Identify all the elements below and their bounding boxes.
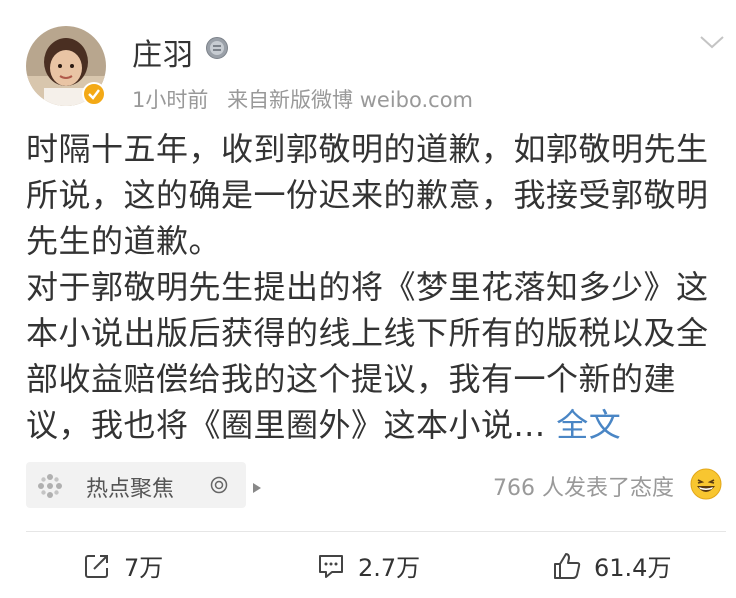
repost-count: 7万	[124, 554, 164, 582]
thumbs-up-icon	[554, 552, 581, 579]
post-paragraph: 对于郭敬明先生提出的将《梦里花落知多少》这本小说出版后获得的线上线下所有的版税以…	[26, 264, 726, 448]
pinwheel-icon	[36, 472, 64, 500]
play-arrow-icon	[252, 479, 262, 493]
full-text-link[interactable]: 全文	[556, 406, 621, 444]
post-time: 1小时前	[132, 88, 209, 112]
attitude-count: 766 人发表了态度	[493, 476, 674, 501]
author-name[interactable]: 庄羽	[132, 30, 194, 74]
target-circle-icon	[210, 476, 228, 494]
verified-badge-icon	[82, 82, 106, 106]
laughing-emoji-icon[interactable]	[690, 468, 722, 500]
post-paragraph: 时隔十五年，收到郭敬明的道歉，如郭敬明先生所说，这的确是一份迟来的歉意，我接受郭…	[26, 130, 709, 260]
topic-chip[interactable]: 热点聚焦	[26, 462, 261, 508]
comment-icon	[319, 554, 343, 578]
post-header: 庄羽 1小时前 来自新版微博 weibo.com	[0, 0, 736, 120]
post-meta: 1小时前 来自新版微博 weibo.com	[132, 84, 473, 114]
chevron-down-icon[interactable]	[698, 32, 726, 52]
comment-button[interactable]: 2.7万	[316, 548, 420, 583]
comment-count: 2.7万	[358, 554, 421, 582]
topic-label: 热点聚焦	[86, 477, 175, 502]
post-source[interactable]: 来自新版微博 weibo.com	[227, 88, 473, 112]
action-bar: 7万 2.7万 61.4万	[0, 532, 736, 598]
attitude-summary[interactable]: 766 人发表了态度	[493, 470, 718, 502]
repost-icon	[85, 554, 108, 578]
post-content: 时隔十五年，收到郭敬明的道歉，如郭敬明先生所说，这的确是一份迟来的歉意，我接受郭…	[26, 126, 726, 448]
like-button[interactable]: 61.4万	[552, 548, 671, 583]
medal-icon[interactable]	[205, 36, 229, 60]
repost-button[interactable]: 7万	[82, 548, 163, 583]
like-count: 61.4万	[594, 554, 672, 582]
